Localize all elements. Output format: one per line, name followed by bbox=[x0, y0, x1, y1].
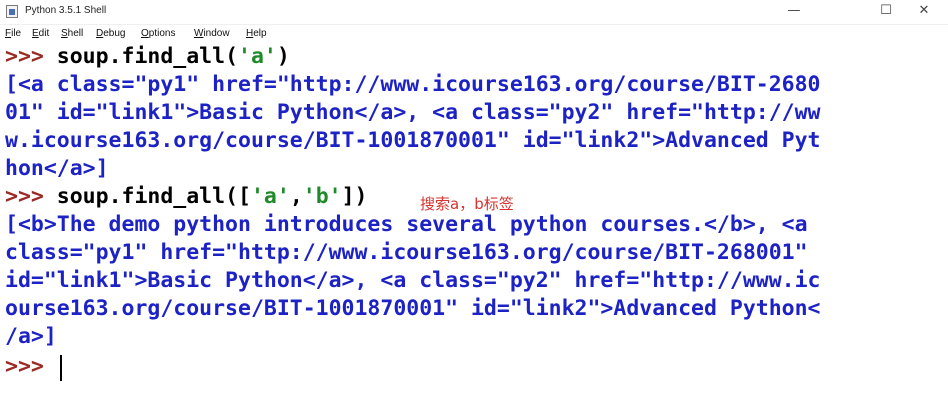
annotation-label: 搜索a，b标签 bbox=[420, 195, 514, 213]
menu-edit[interactable]: Edit bbox=[32, 28, 49, 39]
shell-prompt: >>> bbox=[5, 354, 44, 379]
output-line: [<a class="py1" href="http://www.icourse… bbox=[5, 72, 821, 97]
output-line: [<b>The demo python introduces several p… bbox=[5, 212, 808, 237]
shell-prompt: >>> bbox=[5, 184, 44, 209]
menu-window[interactable]: Window bbox=[194, 28, 230, 39]
close-icon[interactable]: ✕ bbox=[910, 2, 938, 20]
menu-bar: File Edit Shell Debug Options Window Hel… bbox=[0, 25, 948, 43]
title-bar: Python 3.5.1 Shell — ☐ ✕ bbox=[0, 0, 948, 25]
menu-options[interactable]: Options bbox=[141, 28, 175, 39]
menu-debug[interactable]: Debug bbox=[96, 28, 125, 39]
menu-help[interactable]: Help bbox=[246, 28, 267, 39]
command-line-2: >>> soup.find_all(['a','b']) bbox=[5, 184, 368, 209]
output-line: ourse163.org/course/BIT-1001870001" id="… bbox=[5, 296, 821, 321]
shell-console[interactable]: >>> soup.find_all('a') [<a class="py1" h… bbox=[0, 43, 948, 412]
output-line: w.icourse163.org/course/BIT-1001870001" … bbox=[5, 128, 821, 153]
minimize-icon[interactable]: — bbox=[780, 2, 808, 20]
python-app-icon bbox=[6, 5, 18, 18]
maximize-icon[interactable]: ☐ bbox=[872, 2, 900, 20]
shell-prompt: >>> bbox=[5, 44, 44, 69]
output-line: /a>] bbox=[5, 324, 57, 349]
command-line-1: >>> soup.find_all('a') bbox=[5, 44, 290, 69]
output-line: id="link1">Basic Python</a>, <a class="p… bbox=[5, 268, 821, 293]
text-cursor bbox=[60, 355, 62, 381]
window-title: Python 3.5.1 Shell bbox=[25, 5, 107, 16]
output-line: class="py1" href="http://www.icourse163.… bbox=[5, 240, 808, 265]
command-line-3[interactable]: >>> bbox=[5, 353, 44, 381]
output-line: 01" id="link1">Basic Python</a>, <a clas… bbox=[5, 100, 821, 125]
output-line: hon</a>] bbox=[5, 156, 109, 181]
menu-file[interactable]: File bbox=[5, 28, 21, 39]
menu-shell[interactable]: Shell bbox=[61, 28, 83, 39]
